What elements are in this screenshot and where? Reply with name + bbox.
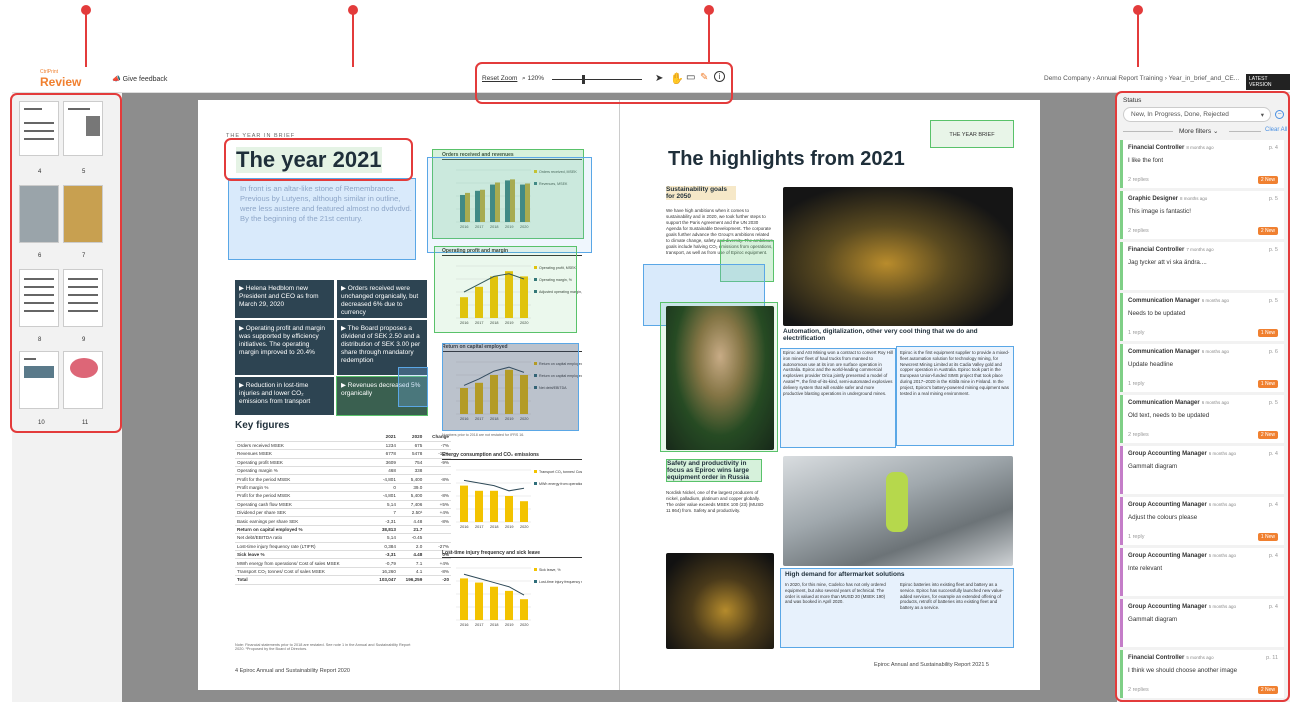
table-row: Operating profit MSEK 3609 754 -9% [235, 458, 451, 468]
chart-bar [475, 490, 483, 522]
page-spine [619, 100, 620, 690]
table-row: Basic earnings per share SEK -3,31 4.48 -8% [235, 516, 451, 526]
section-tag: THE YEAR BRIEF [930, 120, 1014, 148]
x-tick-label: 2020 [520, 623, 528, 627]
chart-bar [505, 590, 513, 620]
x-tick-label: 2019 [505, 623, 513, 627]
legend-label: MWh energy from operations/ Cost of sale… [539, 482, 582, 486]
x-tick-label: 2018 [490, 623, 498, 627]
stat-box: ▶ Reduction in lost-time injuries and lo… [235, 377, 334, 415]
breadcrumb[interactable]: Demo Company › Annual Report Training › … [1044, 75, 1239, 82]
chart-bar [460, 485, 468, 522]
table-row: Lost-time injury frequency rate (LTIFR) 0… [235, 542, 451, 551]
legend-swatch [534, 568, 537, 571]
x-tick-label: 2019 [505, 525, 513, 529]
table-row: Revenues MSEK 6778 5478 -12% [235, 449, 451, 459]
comment-highlight[interactable] [427, 157, 592, 253]
legend-swatch [534, 470, 537, 473]
table-row: Return on capital employed % 38,813 21.7 [235, 525, 451, 535]
stat-box: ▶ Operating profit and margin was suppor… [235, 320, 334, 375]
table-row: Transport CO₂ tonnes/ Cost of sales MSEK… [235, 567, 451, 577]
chart-bar [490, 490, 498, 522]
x-tick-label: 2016 [460, 525, 468, 529]
page-footer: Epiroc Annual and Sustainability Report … [874, 662, 989, 668]
table-header: 2021 2020 Change [235, 433, 451, 442]
legend-swatch [534, 580, 537, 583]
key-figures-title: Key figures [235, 420, 290, 431]
chart-note: Numbers prior to 2018 are not restated f… [442, 433, 525, 437]
highlight-thumbnails [10, 93, 122, 433]
table-row: Orders received MSEK 1234 675 -7% [235, 441, 451, 451]
highlight-title [224, 138, 413, 181]
x-tick-label: 2020 [520, 525, 528, 529]
body-text: Epiroc batteries into existing fleet and… [900, 582, 1004, 611]
section-heading: Automation, digitalization, other very c… [783, 328, 978, 342]
table-row: Total 103,047 196,259 -20 [235, 575, 451, 585]
right-page: THE YEAR BRIEF The highlights from 2021 … [620, 100, 1040, 690]
worker-figure [886, 472, 908, 532]
chart-title: Lost-time injury frequency and sick leav… [442, 550, 582, 558]
comment-highlight[interactable] [398, 367, 428, 407]
legend-label: Lost-time injury frequency rate (LTIFR) [539, 580, 582, 584]
key-figures-table: 2021 2020 Change Orders received MSEK 1234 67… [235, 433, 451, 585]
drill-rig-photo[interactable] [783, 187, 1013, 326]
energy-chart: Energy consumption and CO₂ emissions 201… [442, 452, 621, 544]
highlight-comments [1115, 91, 1290, 702]
table-row: Profit for the period MSEK -4,801 5,400 -8% [235, 474, 451, 484]
chart-title: Energy consumption and CO₂ emissions [442, 452, 582, 460]
chart-bar [460, 578, 468, 620]
ltifr-chart: Lost-time injury frequency and sick leav… [442, 550, 600, 642]
table-row: Profit for the period MSEK -4,801 5,400 -8% [235, 491, 451, 501]
x-tick-label: 2017 [475, 623, 483, 627]
stat-box: ▶ Orders received were unchanged organic… [337, 280, 427, 318]
stat-box: ▶ Helena Hedblom new President and CEO a… [235, 280, 334, 318]
legend-label: Sick leave, % [539, 568, 561, 572]
highlight-toolbar [475, 62, 733, 104]
body-text: Nordisk Nickel, one of the largest produ… [666, 490, 764, 513]
body-text: In 2020, for this mine, Codelco has not … [785, 582, 886, 605]
page-footer: 4 Epiroc Annual and Sustainability Repor… [235, 668, 350, 674]
section-heading: High demand for aftermarket solutions [785, 571, 905, 578]
chart-bar [520, 599, 528, 620]
latest-version-badge: LATEST VERSION [1246, 74, 1290, 90]
energy-chart-svg: 2016 2017 2018 2019 2020 Transport CO₂ tonnes… [456, 469, 621, 529]
page-title: The highlights from 2021 [668, 148, 905, 170]
comment-highlight[interactable] [660, 302, 778, 452]
ltifr-chart-svg: 2016 2017 2018 2019 2020 Sick leave, % Lost-ti… [456, 567, 600, 627]
feedback-link[interactable]: 📣 Give feedback [112, 75, 167, 83]
footnote: Note: Financial statements prior to 2018… [235, 643, 411, 651]
comment-highlight[interactable] [434, 246, 577, 333]
x-tick-label: 2016 [460, 623, 468, 627]
chart-bar [520, 501, 528, 522]
legend-label: Transport CO₂ tonnes/ Cost of sales, MSE… [539, 470, 582, 474]
chart-bar [475, 582, 483, 620]
table-row: Profit margin % 0 39.0 [235, 483, 451, 493]
table-row: Sick leave % -3,31 4.48 0% [235, 550, 451, 560]
body-text: Epiroc and ASI Mining won a contract to … [783, 350, 893, 396]
table-row: Operating margin % 468 338 [235, 466, 451, 476]
x-tick-label: 2017 [475, 525, 483, 529]
left-page: THE YEAR IN BRIEF The year 2021 In front… [198, 100, 621, 690]
comment-highlight[interactable] [442, 343, 579, 431]
table-row: Dividend per share SEK 7 2.50¹ +4% [235, 508, 451, 518]
intro-text: In front is an altar-like stone of Remem… [240, 184, 412, 223]
logo: Review [40, 75, 82, 89]
chart-line [463, 479, 525, 492]
section-heading: Sustainability goals for 2050 [666, 186, 736, 200]
chart-bar [490, 586, 498, 620]
legend-swatch [534, 482, 537, 485]
table-row: MWh energy from operations/ Cost of sale… [235, 558, 451, 568]
chart-bar [505, 496, 513, 522]
x-tick-label: 2018 [490, 525, 498, 529]
body-text: Epiroc is the first equipment supplier t… [900, 350, 1010, 396]
mine-photo[interactable] [666, 553, 774, 649]
megaphone-icon: 📣 [112, 76, 121, 83]
callout-line [708, 12, 710, 62]
section-heading: Safety and productivity in focus as Epir… [666, 459, 762, 482]
table-row: Operating cash flow MSEK 5,14 7,406 +5% [235, 500, 451, 510]
table-row: Net debt/EBITDA ratio 5,14 -0.45 [235, 533, 451, 543]
